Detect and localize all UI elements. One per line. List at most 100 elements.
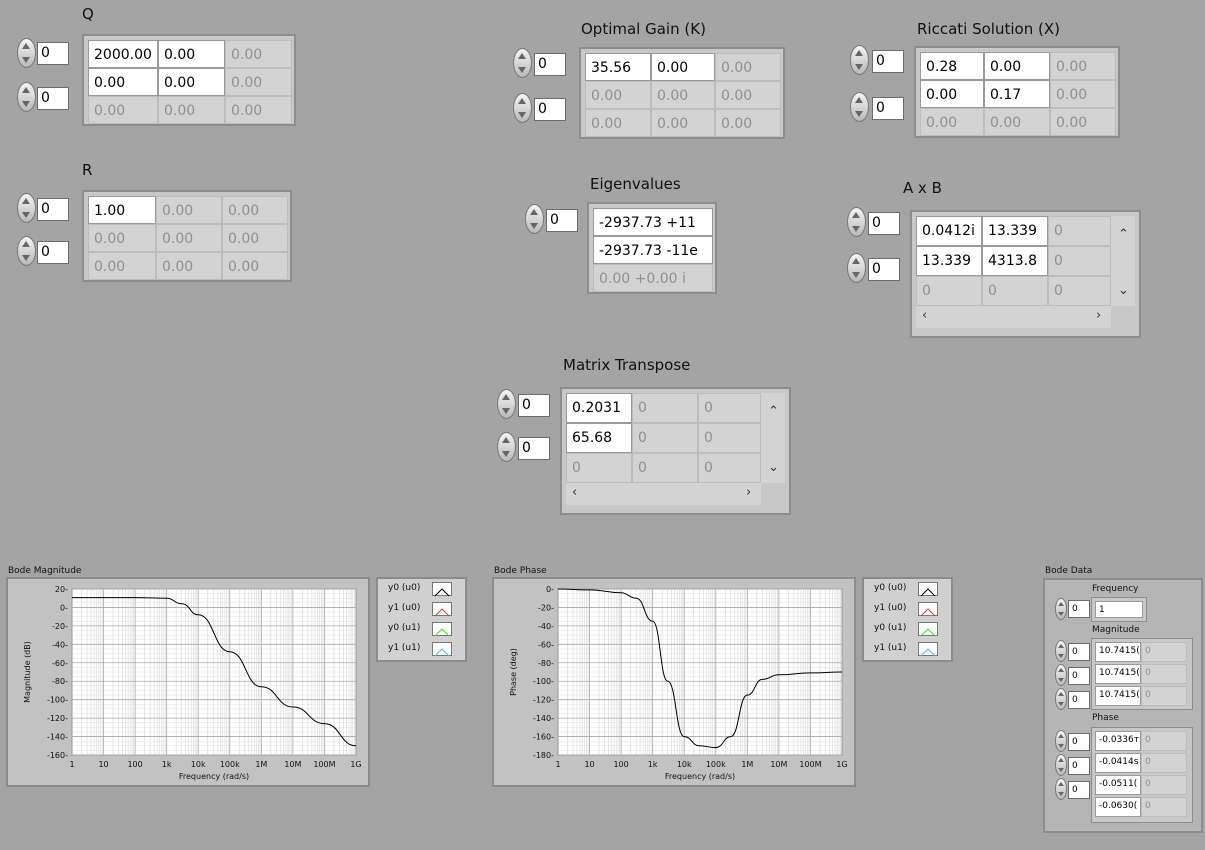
axb-row-spinner[interactable] [847, 207, 866, 237]
phase-index[interactable]: 0 [1068, 733, 1090, 751]
r-cell: 0.00 [222, 252, 288, 280]
axb-cell[interactable]: 13.339 [916, 246, 982, 276]
magnitude-index[interactable]: 0 [1068, 691, 1090, 709]
transpose-cell: 0 [698, 453, 761, 483]
bode-magnitude-legend[interactable]: y0 (u0) y1 (u0) y0 (u1) y1 (u1) [376, 577, 467, 662]
transpose-vertical-scrollbar[interactable]: ⌃ ⌄ [761, 393, 785, 483]
r-cell[interactable]: 1.00 [88, 196, 156, 224]
eigenvalues-index[interactable]: 0 [546, 209, 578, 232]
r-row-index[interactable]: 0 [37, 198, 69, 221]
k-col-spinner[interactable] [513, 93, 532, 123]
transpose-row-index[interactable]: 0 [518, 394, 550, 417]
phase-spinner[interactable] [1055, 754, 1067, 776]
bode-phase-plot[interactable]: 0- -20- -40- -60- -80- -100- -120- -140- -160- -1… [494, 579, 854, 785]
phase-cell[interactable]: -0.0630( [1095, 797, 1141, 817]
legend-line-icon[interactable] [918, 582, 938, 597]
legend-line-icon[interactable] [918, 602, 938, 617]
bode-phase-frame: 0- -20- -40- -60- -80- -100- -120- -140- -160- -1… [492, 577, 856, 787]
bode-data-index[interactable]: 0 [1068, 600, 1090, 618]
bode-magnitude-plot[interactable]: 20- 0- -20- -40- -60- -80- -100- -120- -140- -160… [8, 579, 368, 785]
magnitude-cell[interactable]: 10.7415( [1095, 686, 1141, 706]
scroll-up-icon[interactable]: ⌃ [1118, 228, 1129, 241]
q-title: Q [82, 5, 94, 23]
q-row-spinner[interactable] [17, 38, 36, 68]
r-row-spinner[interactable] [17, 193, 36, 223]
q-cell[interactable]: 0.00 [158, 68, 225, 96]
magnitude-spinner[interactable] [1055, 688, 1067, 710]
scroll-down-icon[interactable]: ⌄ [768, 461, 779, 474]
transpose-cell[interactable]: 65.68 [566, 423, 632, 453]
legend-line-icon[interactable] [432, 582, 452, 597]
axb-cell[interactable]: 0.0412і [916, 216, 982, 246]
magnitude-spinner[interactable] [1055, 664, 1067, 686]
scroll-left-icon[interactable]: ‹ [572, 486, 577, 499]
phase-index[interactable]: 0 [1068, 757, 1090, 775]
phase-spinner[interactable] [1055, 778, 1067, 800]
scroll-up-icon[interactable]: ⌃ [768, 405, 779, 418]
legend-line-icon[interactable] [432, 602, 452, 617]
scroll-right-icon[interactable]: › [1096, 309, 1101, 322]
scroll-right-icon[interactable]: › [746, 486, 751, 499]
axb-vertical-scrollbar[interactable]: ⌃ ⌄ [1111, 216, 1135, 306]
transpose-col-spinner[interactable] [497, 432, 516, 462]
k-row-spinner[interactable] [513, 48, 532, 78]
transpose-row-spinner[interactable] [497, 389, 516, 419]
phase-cell[interactable]: -0.0336т [1095, 731, 1141, 751]
legend-line-icon[interactable] [918, 622, 938, 637]
frequency-value[interactable]: 1 [1095, 601, 1143, 618]
phase-cell[interactable]: -0.0414ѕ [1095, 753, 1141, 773]
eigenvalues-spinner[interactable] [525, 204, 544, 234]
q-row-index[interactable]: 0 [37, 42, 69, 65]
r-col-spinner[interactable] [17, 236, 36, 266]
bode-phase-legend[interactable]: y0 (u0) y1 (u0) y0 (u1) y1 (u1) [862, 577, 953, 662]
x-cell[interactable]: 0.00 [920, 80, 984, 108]
r-col-index[interactable]: 0 [37, 241, 69, 264]
legend-line-icon[interactable] [918, 642, 938, 657]
r-cell: 0.00 [88, 224, 156, 252]
scroll-left-icon[interactable]: ‹ [922, 309, 927, 322]
x-cell[interactable]: 0.17 [984, 80, 1050, 108]
magnitude-cell[interactable]: 10.7415( [1095, 642, 1141, 662]
scroll-down-icon[interactable]: ⌄ [1118, 284, 1129, 297]
axb-cell: 0 [1048, 216, 1111, 246]
k-row-index[interactable]: 0 [534, 53, 566, 76]
axb-row-index[interactable]: 0 [868, 212, 900, 235]
transpose-horizontal-scrollbar[interactable]: ‹ › [566, 483, 761, 505]
eigenvalue-cell[interactable]: -2937.73 +11 [593, 208, 713, 236]
x-tick-label: 1k [162, 760, 172, 769]
x-cell[interactable]: 0.00 [984, 52, 1050, 80]
axb-col-spinner[interactable] [847, 253, 866, 283]
x-col-index[interactable]: 0 [872, 97, 904, 120]
phase-index[interactable]: 0 [1068, 781, 1090, 799]
magnitude-index[interactable]: 0 [1068, 643, 1090, 661]
k-cell[interactable]: 0.00 [651, 53, 715, 81]
q-col-index[interactable]: 0 [37, 87, 69, 110]
x-row-index[interactable]: 0 [872, 50, 904, 73]
axb-cell[interactable]: 4313.8 [982, 246, 1048, 276]
phase-spinner[interactable] [1055, 730, 1067, 752]
x-cell[interactable]: 0.28 [920, 52, 984, 80]
y-tick-label: -60- [52, 659, 68, 668]
phase-cell[interactable]: -0.0511( [1095, 775, 1141, 795]
magnitude-spinner[interactable] [1055, 640, 1067, 662]
magnitude-index[interactable]: 0 [1068, 667, 1090, 685]
bode-data-spinner[interactable] [1055, 598, 1067, 620]
k-col-index[interactable]: 0 [534, 98, 566, 121]
x-row-spinner[interactable] [850, 45, 869, 75]
axb-cell[interactable]: 13.339 [982, 216, 1048, 246]
transpose-col-index[interactable]: 0 [518, 437, 550, 460]
axb-horizontal-scrollbar[interactable]: ‹ › [916, 306, 1111, 328]
q-col-spinner[interactable] [17, 82, 36, 112]
q-cell[interactable]: 0.00 [88, 68, 158, 96]
x-col-spinner[interactable] [850, 92, 869, 122]
k-cell[interactable]: 35.56 [585, 53, 651, 81]
q-cell[interactable]: 2000.00 [88, 40, 158, 68]
axb-col-index[interactable]: 0 [868, 258, 900, 281]
transpose-cell[interactable]: 0.2031 [566, 393, 632, 423]
q-cell[interactable]: 0.00 [158, 40, 225, 68]
q-cell: 0.00 [225, 68, 292, 96]
legend-line-icon[interactable] [432, 642, 452, 657]
legend-line-icon[interactable] [432, 622, 452, 637]
eigenvalue-cell[interactable]: -2937.73 -11е [593, 236, 713, 264]
magnitude-cell[interactable]: 10.7415( [1095, 664, 1141, 684]
